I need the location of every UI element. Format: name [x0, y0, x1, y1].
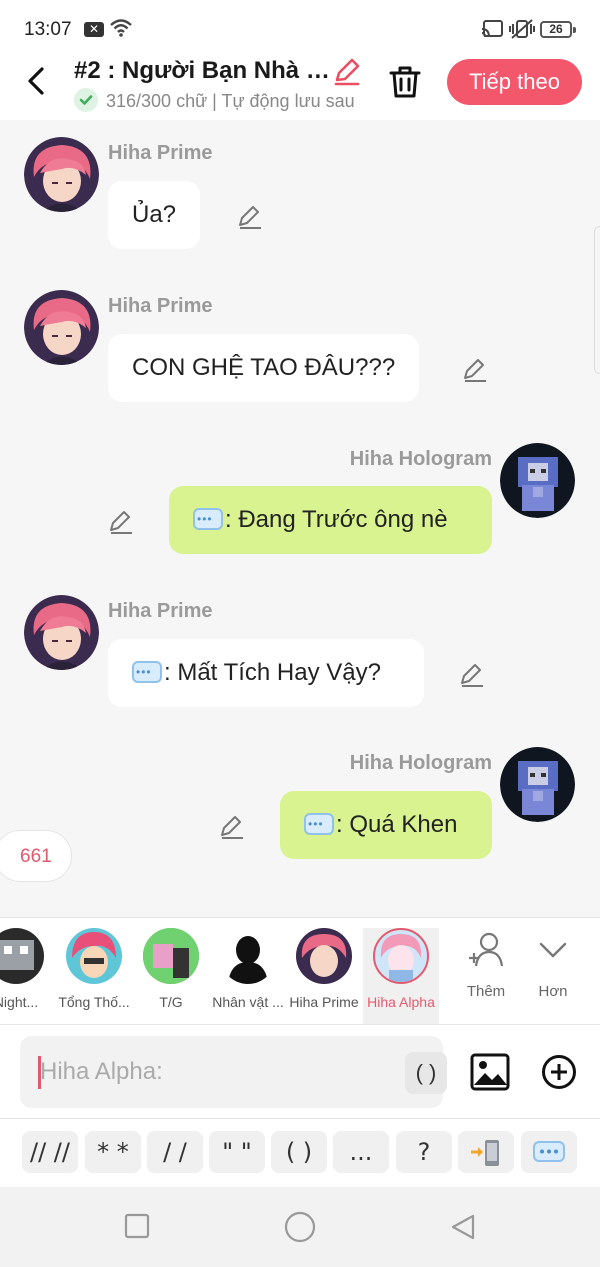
chapter-title[interactable]: #2 : Người Bạn Nhà Hiha — [74, 57, 330, 85]
character-avatar — [66, 928, 122, 984]
more-button[interactable]: Hơn — [523, 930, 583, 1020]
avatar-hiha-prime[interactable] — [24, 595, 99, 670]
back-button[interactable] — [22, 64, 52, 98]
symbol-button[interactable]: " " — [209, 1131, 265, 1173]
word-count-text: 316/300 chữ | Tự động lưu sau — [106, 91, 355, 111]
chat-bubble-icon — [304, 790, 334, 858]
status-time: 13:07 — [24, 19, 72, 40]
home-button[interactable] — [284, 1211, 316, 1243]
symbol-button[interactable]: ... — [333, 1131, 389, 1173]
avatar-hiha-prime[interactable] — [24, 290, 99, 365]
add-person-icon — [469, 932, 504, 967]
more-label: Hơn — [538, 983, 568, 1000]
sender-name: Hiha Prime — [108, 295, 213, 317]
message-bubble[interactable]: : Mất Tích Hay Vậy? — [108, 638, 424, 707]
add-character-button[interactable]: Thêm — [456, 930, 516, 1020]
avatar-hiha-hologram[interactable] — [500, 747, 575, 822]
chat-area[interactable]: Hiha Prime Ủa? Hiha Prime CON GHỆ TAO ĐÂ… — [0, 120, 600, 917]
character-name: Hiha Alpha — [367, 994, 435, 1010]
character-item[interactable]: Hiha Prime — [286, 928, 362, 1024]
delete-button[interactable] — [388, 64, 422, 100]
message-text: : Mất Tích Hay Vậy? — [164, 659, 381, 686]
recent-apps-button[interactable] — [124, 1213, 150, 1239]
character-item-active[interactable]: Hiha Alpha — [363, 928, 439, 1024]
character-counter[interactable]: 661 — [0, 830, 72, 882]
character-bar[interactable]: Night... Tổng Thố... T/G Nhân vật ... Hi… — [0, 917, 600, 1025]
character-name: Hiha Prime — [289, 994, 359, 1010]
edit-message-icon[interactable] — [459, 661, 485, 687]
navigation-bar — [0, 1187, 600, 1267]
chat-bubble-icon — [132, 638, 162, 706]
character-name: Nhân vật ... — [212, 994, 284, 1010]
sender-name: Hiha Hologram — [349, 752, 492, 774]
edit-message-icon[interactable] — [462, 356, 488, 382]
character-item[interactable]: Night... — [0, 928, 54, 1024]
character-item[interactable]: Nhân vật ... — [210, 928, 286, 1024]
chat-bubble-button[interactable] — [521, 1131, 577, 1173]
chat-bubble-icon — [193, 485, 223, 553]
message-text: : Đang Trước ông nè — [225, 506, 448, 533]
input-row: ( ) — [0, 1025, 600, 1119]
sender-name: Hiha Prime — [108, 142, 213, 164]
quick-symbol-bar: // // * * / / " " ( ) ... ? — [0, 1119, 600, 1187]
character-name: Night... — [0, 994, 39, 1010]
message-bubble[interactable]: Ủa? — [108, 181, 201, 249]
edit-message-icon[interactable] — [219, 813, 245, 839]
wifi-icon — [110, 19, 132, 37]
phone-switch-icon — [471, 1140, 499, 1166]
scroll-handle[interactable] — [594, 226, 600, 374]
switch-device-button[interactable] — [458, 1131, 514, 1173]
symbol-button[interactable]: // // — [22, 1131, 78, 1173]
notification-icon: ✕ — [84, 22, 104, 37]
next-button[interactable]: Tiếp theo — [447, 59, 582, 105]
message-input[interactable] — [40, 1050, 380, 1094]
character-avatar — [220, 928, 276, 984]
character-avatar — [0, 928, 44, 984]
avatar-hiha-prime[interactable] — [24, 137, 99, 212]
character-avatar — [143, 928, 199, 984]
character-item[interactable]: Tổng Thố... — [56, 928, 132, 1024]
character-item[interactable]: T/G — [133, 928, 209, 1024]
status-bar: 13:07 ✕ 26 — [0, 0, 600, 56]
edit-message-icon[interactable] — [237, 203, 263, 229]
symbol-button[interactable]: / / — [147, 1131, 203, 1173]
parenthesis-button[interactable]: ( ) — [405, 1052, 447, 1094]
image-icon[interactable] — [470, 1053, 510, 1091]
check-icon — [74, 88, 98, 112]
message-input-box[interactable]: ( ) — [20, 1036, 447, 1108]
avatar-hiha-hologram[interactable] — [500, 443, 575, 518]
symbol-button[interactable]: ? — [396, 1131, 452, 1173]
sender-name: Hiha Hologram — [349, 448, 492, 470]
add-label: Thêm — [466, 983, 506, 1000]
back-nav-button[interactable] — [449, 1213, 477, 1241]
character-avatar — [373, 928, 429, 984]
chevron-down-icon — [539, 942, 567, 958]
vibrate-icon — [509, 19, 535, 39]
battery-icon: 26 — [540, 21, 576, 38]
edit-title-icon[interactable] — [332, 56, 362, 86]
add-icon[interactable] — [541, 1054, 577, 1090]
symbol-button[interactable]: * * — [85, 1131, 141, 1173]
message-bubble[interactable]: : Quá Khen — [280, 790, 492, 859]
symbol-button[interactable]: ( ) — [271, 1131, 327, 1173]
word-count-status: 316/300 chữ | Tự động lưu sau — [74, 88, 360, 114]
message-bubble[interactable]: CON GHỆ TAO ĐÂU??? — [108, 334, 420, 402]
editor-header: #2 : Người Bạn Nhà Hiha 316/300 chữ | Tự… — [0, 56, 600, 120]
message-text: : Quá Khen — [336, 811, 458, 838]
message-bubble[interactable]: : Đang Trước ông nè — [169, 485, 492, 554]
character-name: T/G — [159, 994, 183, 1010]
chat-bubble-icon — [533, 1141, 565, 1162]
character-avatar — [296, 928, 352, 984]
cast-icon — [481, 20, 503, 38]
edit-message-icon[interactable] — [108, 508, 134, 534]
sender-name: Hiha Prime — [108, 600, 213, 622]
character-name: Tổng Thố... — [58, 994, 130, 1010]
